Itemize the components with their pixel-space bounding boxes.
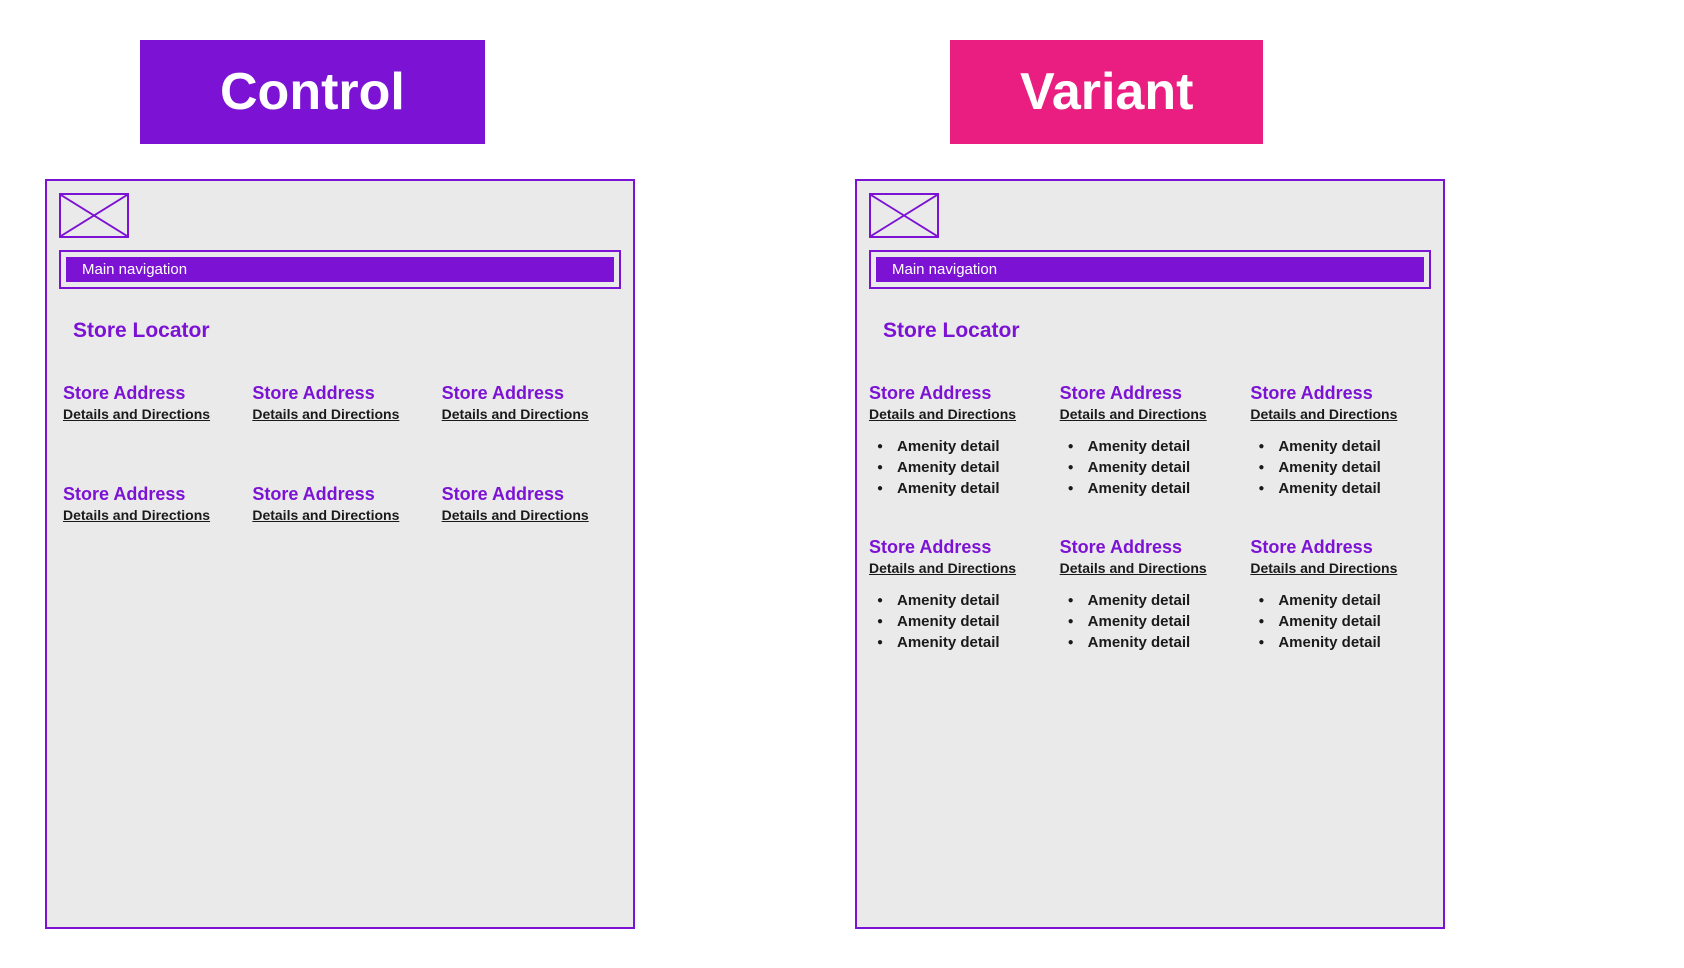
amenity-list: Amenity detail Amenity detail Amenity de… xyxy=(869,436,1050,499)
logo-placeholder-icon xyxy=(869,193,939,238)
variant-title: Variant xyxy=(950,40,1263,144)
amenity-item: Amenity detail xyxy=(1064,436,1241,457)
store-address: Store Address xyxy=(63,484,242,505)
store-grid: Store Address Details and Directions Ame… xyxy=(869,383,1431,653)
diagram-container: Control Main navigation Store Locator St… xyxy=(45,40,1639,929)
store-item: Store Address Details and Directions Ame… xyxy=(869,383,1050,499)
amenity-list: Amenity detail Amenity detail Amenity de… xyxy=(1060,436,1241,499)
store-address: Store Address xyxy=(1060,537,1241,558)
store-item: Store Address Details and Directions xyxy=(63,383,242,436)
amenity-item: Amenity detail xyxy=(1254,611,1431,632)
details-directions-link[interactable]: Details and Directions xyxy=(252,406,431,422)
store-item: Store Address Details and Directions Ame… xyxy=(1250,537,1431,653)
amenity-list: Amenity detail Amenity detail Amenity de… xyxy=(1250,590,1431,653)
store-item: Store Address Details and Directions xyxy=(442,383,621,436)
store-item: Store Address Details and Directions Ame… xyxy=(1250,383,1431,499)
main-navigation[interactable]: Main navigation xyxy=(66,257,614,282)
amenity-item: Amenity detail xyxy=(873,457,1050,478)
store-address: Store Address xyxy=(869,537,1050,558)
amenity-item: Amenity detail xyxy=(1254,457,1431,478)
details-directions-link[interactable]: Details and Directions xyxy=(869,406,1050,422)
details-directions-link[interactable]: Details and Directions xyxy=(442,406,621,422)
nav-container: Main navigation xyxy=(869,250,1431,289)
details-directions-link[interactable]: Details and Directions xyxy=(1060,560,1241,576)
details-directions-link[interactable]: Details and Directions xyxy=(869,560,1050,576)
store-address: Store Address xyxy=(442,484,621,505)
amenity-item: Amenity detail xyxy=(1064,632,1241,653)
amenity-item: Amenity detail xyxy=(1064,590,1241,611)
store-item: Store Address Details and Directions xyxy=(252,484,431,537)
store-address: Store Address xyxy=(869,383,1050,404)
amenity-item: Amenity detail xyxy=(873,590,1050,611)
amenity-list: Amenity detail Amenity detail Amenity de… xyxy=(1060,590,1241,653)
store-item: Store Address Details and Directions Ame… xyxy=(1060,537,1241,653)
store-address: Store Address xyxy=(252,383,431,404)
control-wireframe: Main navigation Store Locator Store Addr… xyxy=(45,179,635,929)
amenity-item: Amenity detail xyxy=(873,478,1050,499)
store-address: Store Address xyxy=(1250,537,1431,558)
amenity-list: Amenity detail Amenity detail Amenity de… xyxy=(869,590,1050,653)
amenity-item: Amenity detail xyxy=(1254,632,1431,653)
details-directions-link[interactable]: Details and Directions xyxy=(1250,406,1431,422)
amenity-item: Amenity detail xyxy=(1254,436,1431,457)
details-directions-link[interactable]: Details and Directions xyxy=(442,507,621,523)
details-directions-link[interactable]: Details and Directions xyxy=(63,507,242,523)
details-directions-link[interactable]: Details and Directions xyxy=(63,406,242,422)
variant-wireframe: Main navigation Store Locator Store Addr… xyxy=(855,179,1445,929)
variant-panel: Variant Main navigation Store Locator St… xyxy=(855,40,1445,929)
details-directions-link[interactable]: Details and Directions xyxy=(1250,560,1431,576)
amenity-item: Amenity detail xyxy=(873,436,1050,457)
logo-placeholder-icon xyxy=(59,193,129,238)
store-address: Store Address xyxy=(63,383,242,404)
amenity-item: Amenity detail xyxy=(1254,478,1431,499)
store-item: Store Address Details and Directions xyxy=(63,484,242,537)
amenity-item: Amenity detail xyxy=(873,632,1050,653)
amenity-item: Amenity detail xyxy=(1064,457,1241,478)
amenity-item: Amenity detail xyxy=(873,611,1050,632)
store-grid: Store Address Details and Directions Sto… xyxy=(59,383,621,537)
control-title: Control xyxy=(140,40,485,144)
main-navigation[interactable]: Main navigation xyxy=(876,257,1424,282)
store-address: Store Address xyxy=(442,383,621,404)
amenity-item: Amenity detail xyxy=(1064,611,1241,632)
store-item: Store Address Details and Directions xyxy=(442,484,621,537)
amenity-item: Amenity detail xyxy=(1064,478,1241,499)
store-item: Store Address Details and Directions xyxy=(252,383,431,436)
amenity-item: Amenity detail xyxy=(1254,590,1431,611)
page-title: Store Locator xyxy=(869,319,1431,343)
details-directions-link[interactable]: Details and Directions xyxy=(252,507,431,523)
store-address: Store Address xyxy=(1250,383,1431,404)
details-directions-link[interactable]: Details and Directions xyxy=(1060,406,1241,422)
store-item: Store Address Details and Directions Ame… xyxy=(869,537,1050,653)
store-address: Store Address xyxy=(252,484,431,505)
store-address: Store Address xyxy=(1060,383,1241,404)
nav-container: Main navigation xyxy=(59,250,621,289)
store-item: Store Address Details and Directions Ame… xyxy=(1060,383,1241,499)
amenity-list: Amenity detail Amenity detail Amenity de… xyxy=(1250,436,1431,499)
page-title: Store Locator xyxy=(59,319,621,343)
control-panel: Control Main navigation Store Locator St… xyxy=(45,40,635,929)
